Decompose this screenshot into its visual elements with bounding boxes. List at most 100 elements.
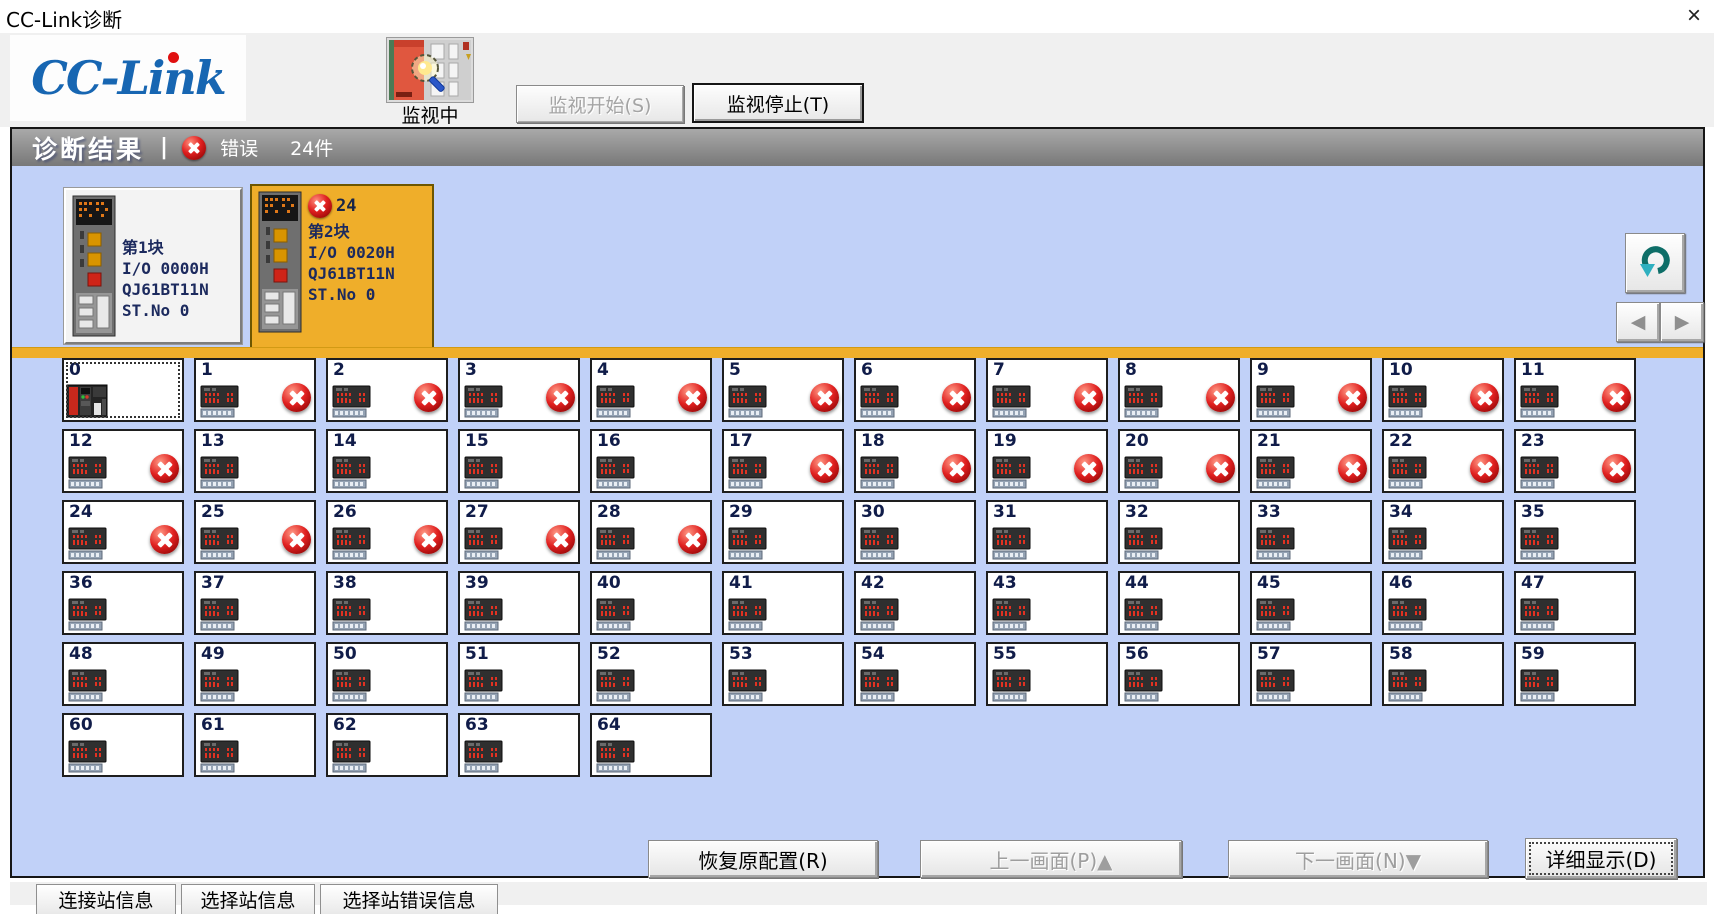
- station-cell[interactable]: 52: [590, 642, 712, 706]
- station-cell[interactable]: 58: [1382, 642, 1504, 706]
- station-cell[interactable]: 54: [854, 642, 976, 706]
- next-screen-button[interactable]: 下一画面(N)▼: [1228, 840, 1488, 878]
- station-cell[interactable]: 41: [722, 571, 844, 635]
- module-station-label: ST.No 0: [308, 284, 395, 305]
- station-cell[interactable]: 48: [62, 642, 184, 706]
- station-cell[interactable]: 30: [854, 500, 976, 564]
- remote-station-icon: [1124, 385, 1164, 418]
- station-number: 8: [1125, 360, 1137, 380]
- station-cell[interactable]: 16: [590, 429, 712, 493]
- station-cell[interactable]: 31: [986, 500, 1108, 564]
- station-cell[interactable]: 8: [1118, 358, 1240, 422]
- station-cell[interactable]: 7: [986, 358, 1108, 422]
- station-cell[interactable]: 3: [458, 358, 580, 422]
- tab-connected-station-info[interactable]: 连接站信息: [36, 884, 176, 914]
- monitor-stop-button[interactable]: 监视停止(T): [692, 83, 864, 123]
- cclink-logo-dot-icon: [168, 52, 179, 63]
- tab-selected-station-info[interactable]: 选择站信息: [181, 884, 315, 914]
- module-card-block1[interactable]: 第1块 I/O 0000H QJ61BT11N ST.No 0: [64, 188, 242, 344]
- station-cell[interactable]: 60: [62, 713, 184, 777]
- station-cell[interactable]: 19: [986, 429, 1108, 493]
- station-number: 40: [597, 573, 621, 593]
- station-cell[interactable]: 40: [590, 571, 712, 635]
- station-cell[interactable]: 27: [458, 500, 580, 564]
- station-cell[interactable]: 17: [722, 429, 844, 493]
- station-cell[interactable]: 35: [1514, 500, 1636, 564]
- station-cell[interactable]: 23: [1514, 429, 1636, 493]
- station-cell[interactable]: 47: [1514, 571, 1636, 635]
- station-cell[interactable]: 45: [1250, 571, 1372, 635]
- station-cell[interactable]: 44: [1118, 571, 1240, 635]
- station-cell[interactable]: 0: [62, 358, 184, 422]
- station-cell[interactable]: 39: [458, 571, 580, 635]
- plc-module-icon: [72, 195, 116, 337]
- station-cell[interactable]: 21: [1250, 429, 1372, 493]
- station-cell[interactable]: 1: [194, 358, 316, 422]
- station-cell[interactable]: 50: [326, 642, 448, 706]
- error-label: 错误: [220, 134, 258, 161]
- station-cell[interactable]: 56: [1118, 642, 1240, 706]
- station-cell[interactable]: 29: [722, 500, 844, 564]
- restore-config-button[interactable]: 恢复原配置(R): [648, 840, 878, 878]
- remote-station-icon: [1388, 669, 1428, 702]
- station-cell[interactable]: 12: [62, 429, 184, 493]
- station-cell[interactable]: 64: [590, 713, 712, 777]
- station-cell[interactable]: 32: [1118, 500, 1240, 564]
- station-cell[interactable]: 53: [722, 642, 844, 706]
- station-cell[interactable]: 14: [326, 429, 448, 493]
- station-cell[interactable]: 6: [854, 358, 976, 422]
- cclink-logo: CC-Link: [10, 35, 246, 121]
- station-cell[interactable]: 33: [1250, 500, 1372, 564]
- station-cell[interactable]: 28: [590, 500, 712, 564]
- station-cell[interactable]: 20: [1118, 429, 1240, 493]
- station-number: 6: [861, 360, 873, 380]
- error-badge-icon: [942, 454, 971, 483]
- station-cell[interactable]: 9: [1250, 358, 1372, 422]
- station-cell[interactable]: 43: [986, 571, 1108, 635]
- station-cell[interactable]: 4: [590, 358, 712, 422]
- station-cell[interactable]: 24: [62, 500, 184, 564]
- station-number: 28: [597, 502, 621, 522]
- station-cell[interactable]: 10: [1382, 358, 1504, 422]
- station-cell[interactable]: 61: [194, 713, 316, 777]
- station-cell[interactable]: 55: [986, 642, 1108, 706]
- station-cell[interactable]: 15: [458, 429, 580, 493]
- module-card-block2-selected[interactable]: 24 第2块 I/O 0020H QJ61BT11N ST.No 0: [250, 184, 434, 357]
- station-cell[interactable]: 36: [62, 571, 184, 635]
- module-model-label: QJ61BT11N: [122, 279, 209, 300]
- station-cell[interactable]: 18: [854, 429, 976, 493]
- scroll-left-button[interactable]: ◀: [1616, 302, 1660, 342]
- station-cell[interactable]: 51: [458, 642, 580, 706]
- master-station-icon: [66, 383, 110, 419]
- station-cell[interactable]: 62: [326, 713, 448, 777]
- scroll-right-button[interactable]: ▶: [1660, 302, 1704, 342]
- refresh-button[interactable]: [1625, 233, 1685, 293]
- station-cell[interactable]: 34: [1382, 500, 1504, 564]
- station-cell[interactable]: 37: [194, 571, 316, 635]
- station-number: 10: [1389, 360, 1413, 380]
- station-cell[interactable]: 49: [194, 642, 316, 706]
- right-arrow-icon: ▶: [1675, 311, 1690, 333]
- station-cell[interactable]: 63: [458, 713, 580, 777]
- error-badge-icon: [1074, 383, 1103, 412]
- close-icon[interactable]: ×: [1678, 1, 1710, 31]
- station-cell[interactable]: 57: [1250, 642, 1372, 706]
- station-cell[interactable]: 22: [1382, 429, 1504, 493]
- remote-station-icon: [332, 385, 372, 418]
- station-cell[interactable]: 25: [194, 500, 316, 564]
- station-cell[interactable]: 59: [1514, 642, 1636, 706]
- tab-selected-station-error-info[interactable]: 选择站错误信息: [320, 884, 498, 914]
- station-cell[interactable]: 26: [326, 500, 448, 564]
- remote-station-icon: [68, 456, 108, 489]
- station-cell[interactable]: 13: [194, 429, 316, 493]
- plc-module-icon: [258, 191, 302, 352]
- station-cell[interactable]: 46: [1382, 571, 1504, 635]
- station-cell[interactable]: 11: [1514, 358, 1636, 422]
- station-cell[interactable]: 42: [854, 571, 976, 635]
- monitor-start-button[interactable]: 监视开始(S): [516, 85, 684, 123]
- detail-display-button[interactable]: 详细显示(D): [1525, 838, 1677, 879]
- station-cell[interactable]: 5: [722, 358, 844, 422]
- station-cell[interactable]: 38: [326, 571, 448, 635]
- station-cell[interactable]: 2: [326, 358, 448, 422]
- previous-screen-button[interactable]: 上一画面(P)▲: [920, 840, 1182, 878]
